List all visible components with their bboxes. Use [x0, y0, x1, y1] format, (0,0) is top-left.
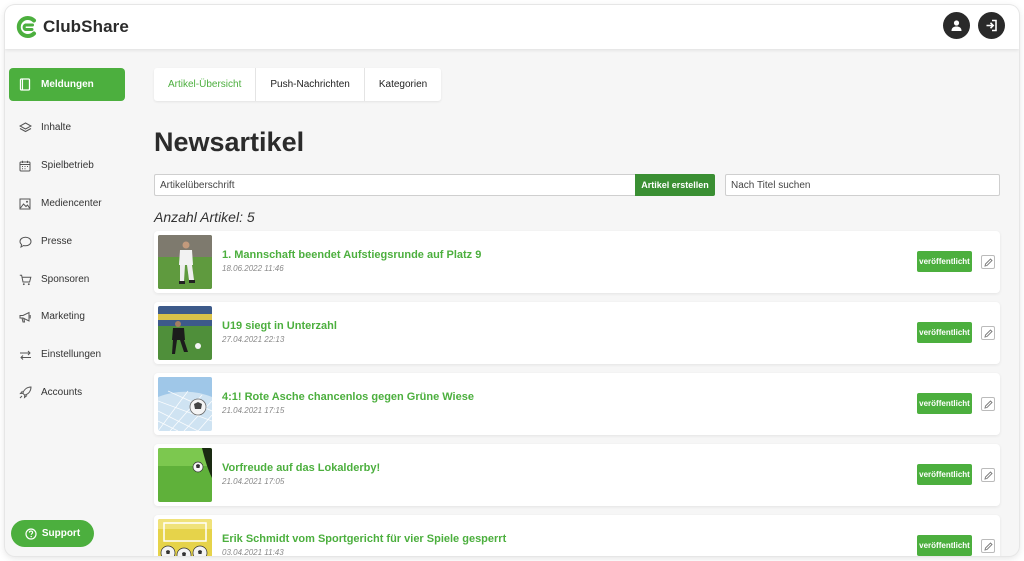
support-button[interactable]: Support — [11, 520, 94, 547]
article-title[interactable]: Erik Schmidt vom Sportgericht für vier S… — [222, 533, 506, 545]
edit-button[interactable] — [981, 397, 995, 411]
article-date: 21.04.2021 17:15 — [222, 406, 285, 415]
create-article-row: Artikelüberschrift Artikel erstellen — [154, 174, 715, 196]
article-date: 18.06.2022 11:46 — [222, 264, 284, 273]
tab-artikel-uebersicht[interactable]: Artikel-Übersicht — [154, 68, 257, 101]
sidebar-item-label: Sponsoren — [41, 274, 90, 285]
top-bar: ClubShare — [5, 5, 1019, 49]
article-title[interactable]: U19 siegt in Unterzahl — [222, 320, 337, 332]
rocket-icon — [18, 386, 32, 400]
support-label: Support — [41, 528, 81, 539]
article-row[interactable]: 1. Mannschaft beendet Aufstiegsrunde auf… — [154, 231, 1000, 293]
status-badge[interactable]: veröffentlicht — [917, 393, 972, 414]
calendar-icon — [18, 159, 32, 173]
sidebar-item-sponsoren[interactable]: Sponsoren — [9, 263, 125, 296]
edit-button[interactable] — [981, 255, 995, 269]
article-thumbnail[interactable] — [158, 235, 212, 289]
sliders-icon — [18, 348, 32, 362]
edit-button[interactable] — [981, 326, 995, 340]
sidebar-item-label: Presse — [41, 236, 73, 247]
status-badge[interactable]: veröffentlicht — [917, 535, 972, 556]
status-badge[interactable]: veröffentlicht — [917, 464, 972, 485]
speech-bubble-icon — [18, 235, 32, 249]
article-thumbnail[interactable] — [158, 448, 212, 502]
sidebar-item-label: Einstellungen — [41, 349, 102, 360]
tab-push-nachrichten[interactable]: Push-Nachrichten — [256, 68, 365, 101]
book-icon — [18, 78, 32, 92]
edit-button[interactable] — [981, 539, 995, 553]
sidebar-item-spielbetrieb[interactable]: Spielbetrieb — [9, 149, 125, 182]
layers-icon — [18, 121, 32, 135]
logout-button[interactable] — [978, 12, 1005, 39]
sidebar-item-marketing[interactable]: Marketing — [9, 300, 125, 333]
article-row[interactable]: U19 siegt in Unterzahl 27.04.2021 22:13 … — [154, 302, 1000, 364]
article-date: 21.04.2021 17:05 — [222, 477, 285, 486]
sidebar-item-einstellungen[interactable]: Einstellungen — [9, 338, 125, 371]
status-badge[interactable]: veröffentlicht — [917, 251, 972, 272]
create-article-button[interactable]: Artikel erstellen — [635, 174, 715, 196]
article-row[interactable]: Erik Schmidt vom Sportgericht für vier S… — [154, 515, 1000, 556]
article-title[interactable]: 1. Mannschaft beendet Aufstiegsrunde auf… — [222, 249, 481, 261]
sidebar-item-label: Marketing — [41, 311, 85, 322]
article-row[interactable]: 4:1! Rote Asche chancenlos gegen Grüne W… — [154, 373, 1000, 435]
sidebar-item-label: Meldungen — [41, 79, 94, 90]
pencil-icon — [983, 541, 993, 551]
title-search-input[interactable]: Nach Titel suchen — [725, 174, 1000, 196]
app-window: ClubShare Meldungen Inhalte Spielbetrieb… — [5, 5, 1019, 556]
article-row[interactable]: Vorfreude auf das Lokalderby! 21.04.2021… — [154, 444, 1000, 506]
megaphone-icon — [18, 310, 32, 324]
tab-bar: Artikel-Übersicht Push-Nachrichten Kateg… — [154, 68, 442, 101]
app-name: ClubShare — [43, 17, 129, 36]
sidebar-item-meldungen[interactable]: Meldungen — [9, 68, 125, 101]
pencil-icon — [983, 399, 993, 409]
sidebar-item-label: Mediencenter — [41, 198, 102, 209]
edit-button[interactable] — [981, 468, 995, 482]
article-date: 27.04.2021 22:13 — [222, 335, 285, 344]
clubshare-logo-icon — [16, 16, 36, 38]
logout-icon — [986, 19, 997, 32]
article-title[interactable]: 4:1! Rote Asche chancenlos gegen Grüne W… — [222, 391, 474, 403]
article-thumbnail[interactable] — [158, 519, 212, 556]
article-headline-input[interactable]: Artikelüberschrift — [154, 174, 635, 196]
pencil-icon — [983, 328, 993, 338]
status-badge[interactable]: veröffentlicht — [917, 322, 972, 343]
sidebar-item-label: Inhalte — [41, 122, 72, 133]
sidebar-item-presse[interactable]: Presse — [9, 225, 125, 258]
user-icon — [951, 20, 962, 31]
article-thumbnail[interactable] — [158, 306, 212, 360]
sidebar-item-accounts[interactable]: Accounts — [9, 376, 125, 409]
sidebar: Meldungen Inhalte Spielbetrieb Mediencen… — [5, 49, 135, 556]
cart-icon — [18, 273, 32, 287]
sidebar-item-label: Accounts — [41, 387, 83, 398]
logo[interactable]: ClubShare — [14, 14, 129, 40]
pencil-icon — [983, 257, 993, 267]
pencil-icon — [983, 470, 993, 480]
article-thumbnail[interactable] — [158, 377, 212, 431]
page-title: Newsartikel — [154, 127, 305, 157]
profile-button[interactable] — [943, 12, 970, 39]
help-icon — [25, 527, 37, 540]
sidebar-item-label: Spielbetrieb — [41, 160, 94, 171]
article-count: Anzahl Artikel: 5 — [154, 209, 255, 225]
image-icon — [18, 197, 32, 211]
article-date: 03.04.2021 11:43 — [222, 548, 284, 556]
tab-kategorien[interactable]: Kategorien — [365, 68, 441, 101]
sidebar-item-mediencenter[interactable]: Mediencenter — [9, 187, 125, 220]
article-title[interactable]: Vorfreude auf das Lokalderby! — [222, 462, 380, 474]
sidebar-item-inhalte[interactable]: Inhalte — [9, 111, 125, 144]
